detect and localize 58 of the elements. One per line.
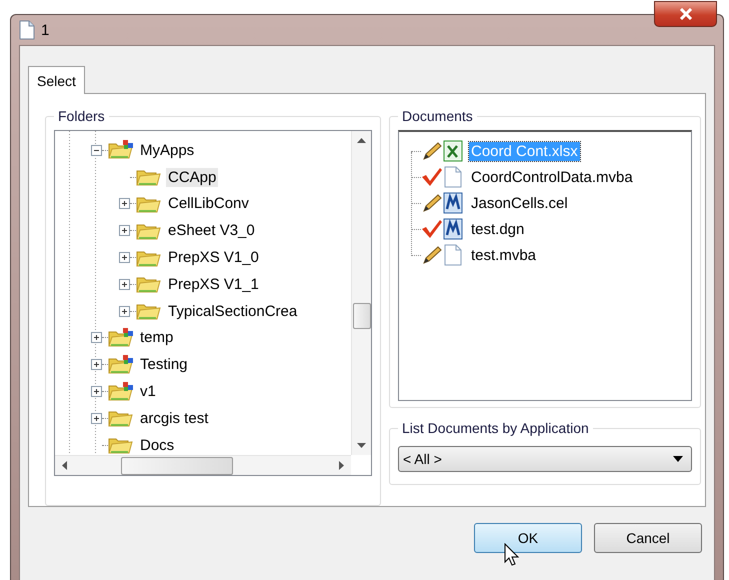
group-title: Documents bbox=[401, 108, 474, 124]
dialog-button[interactable]: Cancel bbox=[594, 523, 702, 553]
tree-item[interactable]: Docs bbox=[138, 436, 176, 455]
scroll-down-icon[interactable] bbox=[357, 443, 366, 449]
expand-icon[interactable] bbox=[119, 278, 130, 290]
scroll-left-icon[interactable] bbox=[61, 461, 67, 470]
window-title: 1 bbox=[41, 22, 50, 38]
tree-item[interactable]: v1 bbox=[138, 382, 158, 402]
expand-icon[interactable] bbox=[91, 386, 102, 398]
close-button[interactable] bbox=[654, 1, 717, 27]
cad-file-icon bbox=[443, 192, 463, 214]
app-folder-icon bbox=[108, 382, 134, 402]
expand-icon[interactable] bbox=[91, 332, 102, 344]
horizontal-scrollbar[interactable] bbox=[55, 455, 351, 475]
cad-file-icon bbox=[443, 218, 463, 240]
folder-tree[interactable]: MyApps CCApp CellLibConv eSheet V3_0 PrepXS V1_0 PrepXS V1_1 TypicalSectionCrea temp Testing v1 arcgis test Docs bbox=[54, 130, 372, 476]
expand-icon[interactable] bbox=[119, 198, 130, 210]
scroll-thumb[interactable] bbox=[352, 303, 370, 329]
tree-item[interactable]: MyApps bbox=[138, 140, 196, 160]
document-item[interactable]: CoordControlData.mvba bbox=[469, 168, 635, 186]
tree-item[interactable]: eSheet V3_0 bbox=[166, 221, 257, 240]
close-icon bbox=[678, 8, 692, 20]
document-icon bbox=[19, 20, 35, 40]
spreadsheet-icon bbox=[443, 140, 463, 162]
document-item[interactable]: JasonCells.cel bbox=[469, 194, 570, 212]
tree-item[interactable]: Testing bbox=[138, 355, 190, 374]
tree-item[interactable]: TypicalSectionCrea bbox=[166, 302, 300, 321]
tab[interactable]: Select bbox=[28, 66, 85, 94]
expand-icon[interactable] bbox=[119, 306, 130, 317]
document-item[interactable]: test.dgn bbox=[469, 220, 526, 238]
tree-item[interactable]: PrepXS V1_0 bbox=[166, 248, 261, 268]
scroll-up-icon[interactable] bbox=[357, 137, 366, 143]
document-list[interactable]: Coord Cont.xlsx CoordControlData.mvba JasonCells.cel test.dgn test.mvba bbox=[398, 130, 692, 401]
tree-item[interactable]: temp bbox=[138, 328, 176, 348]
scroll-thumb[interactable] bbox=[121, 456, 233, 474]
file-icon bbox=[443, 244, 463, 266]
group-title: Folders bbox=[57, 108, 106, 124]
expand-icon[interactable] bbox=[119, 252, 130, 264]
collapse-icon[interactable] bbox=[91, 144, 102, 156]
cursor-icon bbox=[504, 543, 520, 567]
document-item[interactable]: test.mvba bbox=[469, 246, 538, 264]
tree-item[interactable]: CellLibConv bbox=[166, 194, 251, 214]
expand-icon[interactable] bbox=[91, 412, 102, 424]
app-folder-icon bbox=[108, 328, 134, 348]
scroll-right-icon[interactable] bbox=[339, 461, 345, 470]
dialog-button[interactable]: OK bbox=[474, 523, 582, 553]
application-dropdown[interactable]: < All > bbox=[398, 446, 692, 472]
tree-item[interactable]: arcgis test bbox=[138, 408, 210, 428]
vertical-scrollbar[interactable] bbox=[351, 131, 371, 455]
caret-icon bbox=[673, 456, 683, 462]
expand-icon[interactable] bbox=[91, 359, 102, 370]
expand-icon[interactable] bbox=[119, 225, 130, 236]
file-icon bbox=[443, 166, 463, 188]
app-folder-icon bbox=[108, 354, 134, 375]
app-folder-icon bbox=[108, 140, 134, 160]
tree-item[interactable]: PrepXS V1_1 bbox=[166, 274, 261, 294]
tree-item[interactable]: CCApp bbox=[166, 168, 218, 187]
group-title: List Documents by Application bbox=[401, 420, 590, 436]
